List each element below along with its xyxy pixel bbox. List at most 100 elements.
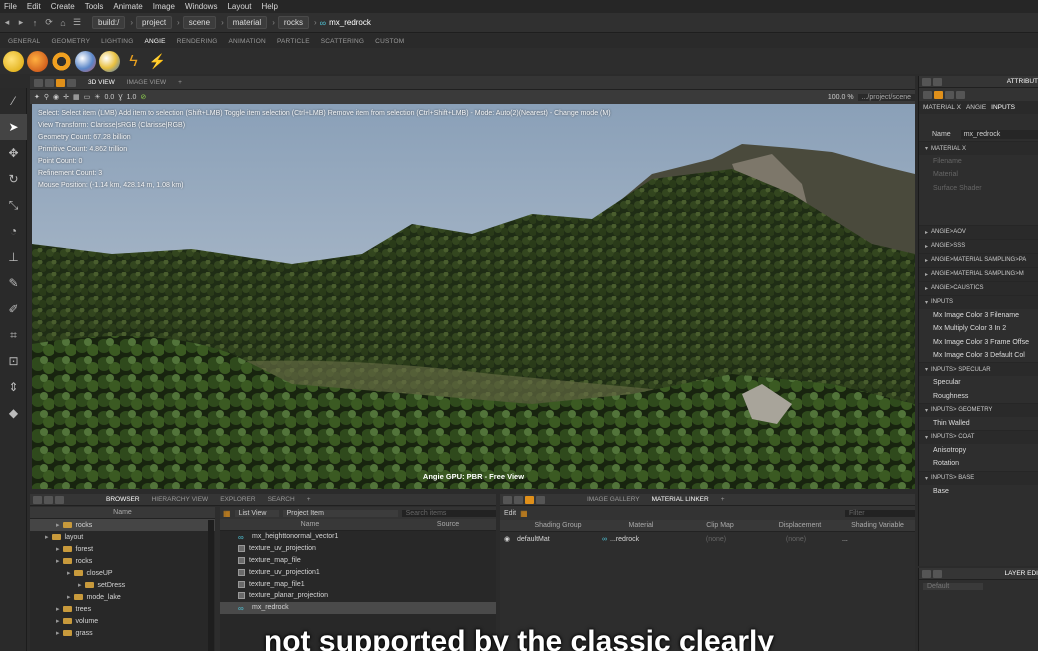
attr-row[interactable]: Specular [919, 376, 1038, 389]
pin-icon[interactable] [514, 495, 523, 504]
list-item[interactable]: texture_planar_projection [220, 590, 496, 602]
breadcrumb-project[interactable]: project [136, 16, 173, 29]
stamp-tool-icon[interactable]: ⊥ [0, 244, 27, 270]
list-item[interactable]: texture_map_file1 [220, 578, 496, 590]
expand-icon[interactable]: ▸ [925, 285, 928, 292]
expand-icon[interactable]: ▸ [925, 243, 928, 250]
breadcrumb-current[interactable]: mx_redrock [329, 18, 371, 27]
tree-row[interactable]: ▸ rocks [30, 519, 215, 531]
menu-help[interactable]: Help [261, 2, 277, 11]
breadcrumb-scene[interactable]: scene [182, 16, 217, 29]
expand-icon[interactable]: ▾ [925, 299, 928, 306]
material-icon[interactable] [934, 90, 943, 99]
linker-row[interactable]: ◉ defaultMat ∞ ...redrock (none) (none) … [500, 532, 915, 546]
lock-icon[interactable] [34, 78, 43, 87]
attr-row[interactable]: Anisotropy [919, 444, 1038, 457]
tree-row[interactable]: ▸ forest [30, 543, 215, 555]
brush-tool-icon[interactable]: ✎ [0, 270, 27, 296]
expand-icon[interactable]: ▸ [925, 257, 928, 264]
tree-row[interactable]: ▸ closeUP [30, 567, 215, 579]
shelf-tab-animation[interactable]: ANIMATION [229, 38, 266, 45]
tab-explorer[interactable]: EXPLORER [220, 496, 255, 503]
menu-file[interactable]: File [4, 2, 17, 11]
shading-group-cell[interactable]: defaultMat [514, 536, 602, 543]
snap-tool-icon[interactable]: ⊡ [0, 348, 27, 374]
attr-section-header[interactable]: ▾ INPUTS> COAT [919, 429, 1038, 444]
expand-icon[interactable]: ▸ [67, 593, 71, 601]
home-icon[interactable]: ⌂ [56, 18, 70, 28]
paint-tool-icon[interactable]: ✐ [0, 296, 27, 322]
attr-row[interactable]: Mx Image Color 3 Frame Offse [919, 335, 1038, 348]
refresh-icon[interactable]: ⟳ [42, 17, 56, 28]
shelf-tab-geometry[interactable]: GEOMETRY [51, 38, 90, 45]
expand-icon[interactable]: ▸ [56, 605, 60, 613]
attr-row[interactable]: Mx Image Color 3 Filename [919, 309, 1038, 322]
render-viewport[interactable]: Select: Select item (LMB) Add item to se… [32, 104, 915, 489]
add-icon[interactable] [945, 90, 954, 99]
percent-value[interactable]: 100.0 % [828, 94, 854, 101]
lock-icon[interactable] [503, 495, 512, 504]
pause-icon[interactable] [67, 78, 76, 87]
attr-section-header[interactable]: ▸ ANGIE>MATERIAL SAMPLING>M [919, 266, 1038, 281]
lock-icon[interactable] [33, 495, 42, 504]
zoom-value-2[interactable]: 1.0 [127, 94, 137, 101]
camera-path[interactable]: .../project/scene [857, 93, 915, 101]
light-icon[interactable]: ☀ [94, 93, 100, 101]
expand-icon[interactable]: ▸ [925, 229, 928, 236]
shelf-tab-lighting[interactable]: LIGHTING [101, 38, 133, 45]
tab-inputs[interactable]: INPUTS [991, 104, 1015, 111]
name-column-header[interactable]: Name [113, 509, 132, 516]
attr-row[interactable]: Filename [919, 155, 1038, 168]
shelf-tab-particle[interactable]: PARTICLE [277, 38, 310, 45]
expand-icon[interactable]: ▸ [925, 271, 928, 278]
pin-icon[interactable] [933, 569, 942, 578]
play-icon[interactable] [525, 495, 534, 504]
clip-map-header[interactable]: Clip Map [680, 522, 760, 529]
tab-material-x[interactable]: MATERIAL X [923, 104, 961, 111]
list-item[interactable]: texture_uv_projection [220, 543, 496, 555]
menu-image[interactable]: Image [153, 2, 175, 11]
attr-section-header[interactable]: ▾ INPUTS> BASE [919, 470, 1038, 485]
attr-row[interactable]: Rotation [919, 457, 1038, 470]
play-icon[interactable] [44, 495, 53, 504]
expand-icon[interactable]: ▸ [78, 581, 82, 589]
back-icon[interactable] [923, 90, 932, 99]
attr-section-header[interactable]: ▾ MATERIAL X [919, 141, 1038, 155]
material-header[interactable]: Material [602, 522, 680, 529]
tab-image-gallery[interactable]: IMAGE GALLERY [587, 496, 640, 503]
shading-variable-header[interactable]: Shading Variable [840, 522, 915, 529]
items-source-header[interactable]: Source [400, 521, 496, 528]
layer-dropdown[interactable]: Default [923, 583, 983, 590]
tree-row[interactable]: ▸ mode_lake [30, 591, 215, 603]
rotate-tool-icon[interactable]: ↻ [0, 166, 27, 192]
menu-edit[interactable]: Edit [27, 2, 41, 11]
hdri-sphere-icon[interactable] [75, 50, 96, 72]
breadcrumb-rocks[interactable]: rocks [277, 16, 309, 29]
eye-icon[interactable]: ◉ [53, 93, 59, 101]
attr-section-header[interactable]: ▾ INPUTS> GEOMETRY [919, 402, 1038, 417]
attr-section-header[interactable]: ▾ INPUTS> SPECULAR [919, 362, 1038, 377]
link-icon[interactable]: ▦ [520, 509, 528, 518]
expand-icon[interactable]: ▸ [56, 521, 60, 529]
expand-icon[interactable]: ▾ [925, 407, 928, 414]
pause-icon[interactable] [536, 495, 545, 504]
sun-sphere-icon[interactable] [99, 50, 120, 72]
project-item-dropdown[interactable]: Project Item [282, 509, 398, 517]
search-items-input[interactable]: Search items [401, 509, 496, 517]
expand-icon[interactable]: ▾ [925, 434, 928, 441]
lightning-icon[interactable]: ϟ [123, 51, 144, 72]
add-tab-icon[interactable]: + [178, 79, 182, 86]
menu-create[interactable]: Create [51, 2, 75, 11]
eye-icon[interactable]: ◉ [500, 535, 514, 543]
display-icon[interactable]: ▭ [84, 93, 91, 101]
move-tool-icon[interactable]: ✥ [0, 140, 27, 166]
shelf-tab-scattering[interactable]: SCATTERING [321, 38, 364, 45]
attr-section-header[interactable]: ▸ ANGIE>SSS [919, 238, 1038, 253]
attr-row[interactable]: Surface Shader [919, 182, 1038, 195]
ok-icon[interactable]: ⊘ [140, 93, 146, 101]
gear-icon[interactable] [51, 50, 72, 72]
menu-layout[interactable]: Layout [227, 2, 251, 11]
view-icon[interactable]: ▦ [223, 509, 231, 518]
attr-row[interactable]: Mx Multiply Color 3 In 2 [919, 322, 1038, 335]
tree-row[interactable]: ▸ rocks [30, 555, 215, 567]
